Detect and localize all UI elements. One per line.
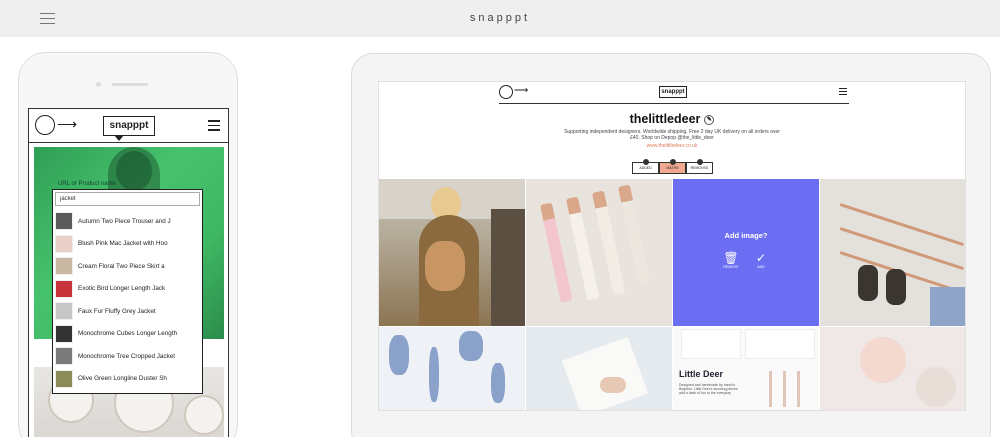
- product-search-input[interactable]: [55, 192, 200, 206]
- phone-menu-icon[interactable]: [208, 120, 220, 131]
- phone-mockup: ⟶ snapppt URL or Product name Autumn Two…: [18, 52, 238, 437]
- photo-tile-add-image[interactable]: Add image? 🗑 REMOVE ✓ ADD: [673, 179, 819, 326]
- product-thumbnail: [55, 369, 73, 388]
- profile-website-link[interactable]: www.thelittledeer.co.uk: [379, 143, 965, 149]
- filter-button-group: ADDED MATHS REMOVED: [632, 159, 713, 174]
- brand-title: snapppt: [469, 12, 531, 24]
- photo-tile-product-collage[interactable]: Little Deer Designed and handmade by han…: [673, 327, 819, 410]
- remove-image-button[interactable]: 🗑 REMOVE: [721, 251, 741, 269]
- url-field-label: URL or Product name: [58, 181, 116, 187]
- hero-model-face: [116, 151, 152, 191]
- product-thumbnail: [55, 302, 73, 321]
- snapppt-logo: snapppt: [103, 116, 155, 141]
- tablet-app-header: ⟶ snapppt: [499, 82, 849, 104]
- profile-username-row: thelittledeer ✎: [379, 112, 965, 126]
- top-bar: snapppt: [0, 0, 1000, 37]
- product-suggestion-item[interactable]: Faux Fur Fluffy Grey Jacket: [53, 300, 202, 323]
- add-label: ADD: [757, 265, 765, 269]
- count-dot: [697, 159, 703, 165]
- photo-tile-sandals[interactable]: [820, 179, 965, 326]
- add-image-actions: 🗑 REMOVE ✓ ADD: [721, 251, 771, 269]
- filter-matches-button[interactable]: MATHS: [659, 159, 686, 174]
- product-suggestion-list: Autumn Two Piece Trouser and J Blush Pin…: [53, 210, 202, 390]
- trash-icon: 🗑: [723, 251, 739, 265]
- product-suggestion-item[interactable]: Monochrome Cubes Longer Length: [53, 323, 202, 346]
- product-label: Olive Green Longline Duster Sh: [78, 375, 167, 383]
- bio-line: £40. Shop on Depop @the_little_deer: [630, 135, 714, 141]
- count-dot: [643, 159, 649, 165]
- photo-tile-card-in-hand[interactable]: [526, 327, 672, 410]
- photo-tile-girl-with-dog[interactable]: [379, 179, 525, 326]
- tablet-menu-icon[interactable]: [839, 88, 847, 95]
- product-label: Faux Fur Fluffy Grey Jacket: [78, 307, 156, 315]
- product-suggestion-item[interactable]: Exotic Bird Longer Length Jack: [53, 278, 202, 301]
- phone-screen: ⟶ snapppt URL or Product name Autumn Two…: [28, 108, 229, 437]
- arrow-right-icon: ⟶: [57, 116, 78, 132]
- filter-removed-button[interactable]: REMOVED: [686, 159, 713, 174]
- tablet-mockup: ⟶ snapppt thelittledeer ✎ Supporting inde…: [351, 53, 991, 437]
- photo-tile-flowers[interactable]: [820, 327, 965, 410]
- photo-tile-paint-splash[interactable]: [379, 327, 525, 410]
- phone-speaker: [112, 83, 148, 86]
- little-deer-caption: Designed and handmade by hand in Brighto…: [679, 383, 738, 395]
- product-image: [681, 329, 741, 359]
- product-suggestion-item[interactable]: Blush Pink Mac Jacket with Hoo: [53, 233, 202, 256]
- product-suggestion-item[interactable]: Olive Green Longline Duster Sh: [53, 368, 202, 391]
- phone-app-header: ⟶ snapppt: [29, 109, 228, 143]
- product-suggestion-item[interactable]: Autumn Two Piece Trouser and J: [53, 210, 202, 233]
- product-thumbnail: [55, 324, 73, 343]
- product-thumbnail: [55, 279, 73, 298]
- profile-bio: Supporting independent designers. Worldw…: [379, 129, 965, 141]
- snapppt-logo: snapppt: [659, 86, 687, 98]
- edit-icon[interactable]: ✎: [704, 114, 715, 125]
- product-label: Monochrome Cubes Longer Length: [78, 330, 178, 338]
- count-dot: [670, 159, 676, 165]
- tablet-screen: ⟶ snapppt thelittledeer ✎ Supporting inde…: [378, 81, 966, 411]
- product-suggestion-item[interactable]: Cream Floral Two Piece Skirt a: [53, 255, 202, 278]
- photo-grid: Add image? 🗑 REMOVE ✓ ADD Little Deer De…: [379, 179, 965, 410]
- product-label: Exotic Bird Longer Length Jack: [78, 285, 166, 293]
- remove-label: REMOVE: [723, 265, 739, 269]
- product-label: Monochrome Tree Cropped Jacket: [78, 352, 175, 360]
- filter-label: ADDED: [639, 166, 652, 170]
- photo-tile-copper-tubes[interactable]: [526, 179, 672, 326]
- phone-camera: [96, 82, 101, 87]
- add-image-prompt: Add image?: [724, 231, 768, 240]
- little-deer-heading: Little Deer: [679, 369, 724, 379]
- product-thumbnail: [55, 257, 73, 276]
- filter-added-button[interactable]: ADDED: [632, 159, 659, 174]
- little-deer-logo: [499, 85, 513, 99]
- profile-username: thelittledeer: [629, 112, 701, 126]
- little-deer-logo: [35, 115, 55, 135]
- product-thumbnail: [55, 347, 73, 366]
- product-label: Blush Pink Mac Jacket with Hoo: [78, 240, 168, 248]
- product-label: Cream Floral Two Piece Skirt a: [78, 262, 165, 270]
- filter-label: REMOVED: [690, 166, 709, 170]
- product-search-dropdown: Autumn Two Piece Trouser and J Blush Pin…: [52, 189, 203, 394]
- filter-label: MATHS: [666, 166, 679, 170]
- product-suggestion-item[interactable]: Monochrome Tree Cropped Jacket: [53, 345, 202, 368]
- product-label: Autumn Two Piece Trouser and J: [78, 217, 171, 225]
- product-thumbnail: [55, 234, 73, 253]
- arrow-right-icon: ⟶: [514, 85, 529, 96]
- add-image-button[interactable]: ✓ ADD: [751, 251, 771, 269]
- checkmark-icon: ✓: [755, 251, 767, 265]
- product-thumbnail: [55, 212, 73, 231]
- plate-image: [184, 395, 224, 435]
- product-image: [745, 329, 815, 359]
